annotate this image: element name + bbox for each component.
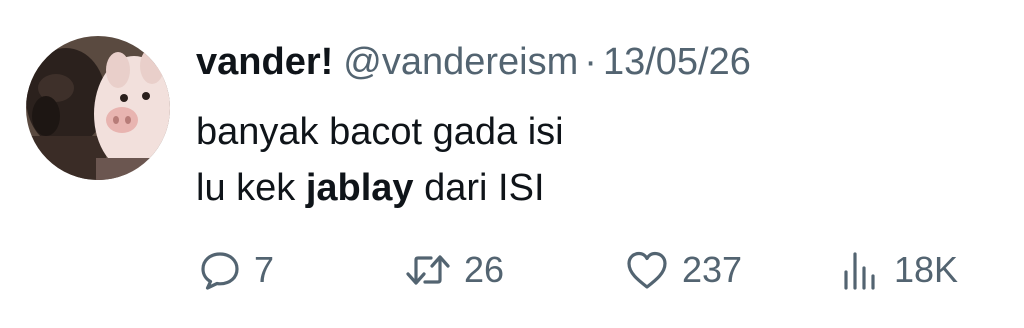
tweet-text-line-2: lu kek jablay dari ISI <box>196 160 564 216</box>
avatar[interactable] <box>26 36 170 180</box>
like-count: 237 <box>682 249 743 290</box>
tweet-header: vander! @vandereism · 13/05/26 <box>196 36 751 88</box>
views-button[interactable]: 18K <box>838 246 958 294</box>
retweet-button[interactable]: 26 <box>404 246 504 294</box>
tweet[interactable]: vander! @vandereism · 13/05/26 banyak bacot… <box>0 0 1024 328</box>
views-count: 18K <box>894 249 959 290</box>
reply-count: 7 <box>254 249 275 290</box>
views-icon <box>838 248 882 292</box>
heart-icon <box>624 248 670 292</box>
tweet-text-suffix: dari ISI <box>413 167 545 209</box>
reply-icon <box>198 248 242 292</box>
reply-button[interactable]: 7 <box>198 246 274 294</box>
separator: · <box>584 41 597 83</box>
tweet-text-bold: jablay <box>305 167 414 209</box>
tweet-date[interactable]: 13/05/26 <box>603 41 751 83</box>
tweet-text-prefix: lu kek <box>196 167 306 209</box>
display-name[interactable]: vander! <box>196 41 333 83</box>
action-bar: 7 26 237 18K <box>0 240 1024 300</box>
avatar-image <box>26 36 170 180</box>
retweet-icon <box>404 248 452 292</box>
retweet-count: 26 <box>464 249 505 290</box>
tweet-text: banyak bacot gada isi lu kek jablay dari… <box>196 104 564 216</box>
tweet-text-line-1: banyak bacot gada isi <box>196 111 564 153</box>
like-button[interactable]: 237 <box>624 246 742 294</box>
handle[interactable]: @vandereism <box>343 41 578 83</box>
